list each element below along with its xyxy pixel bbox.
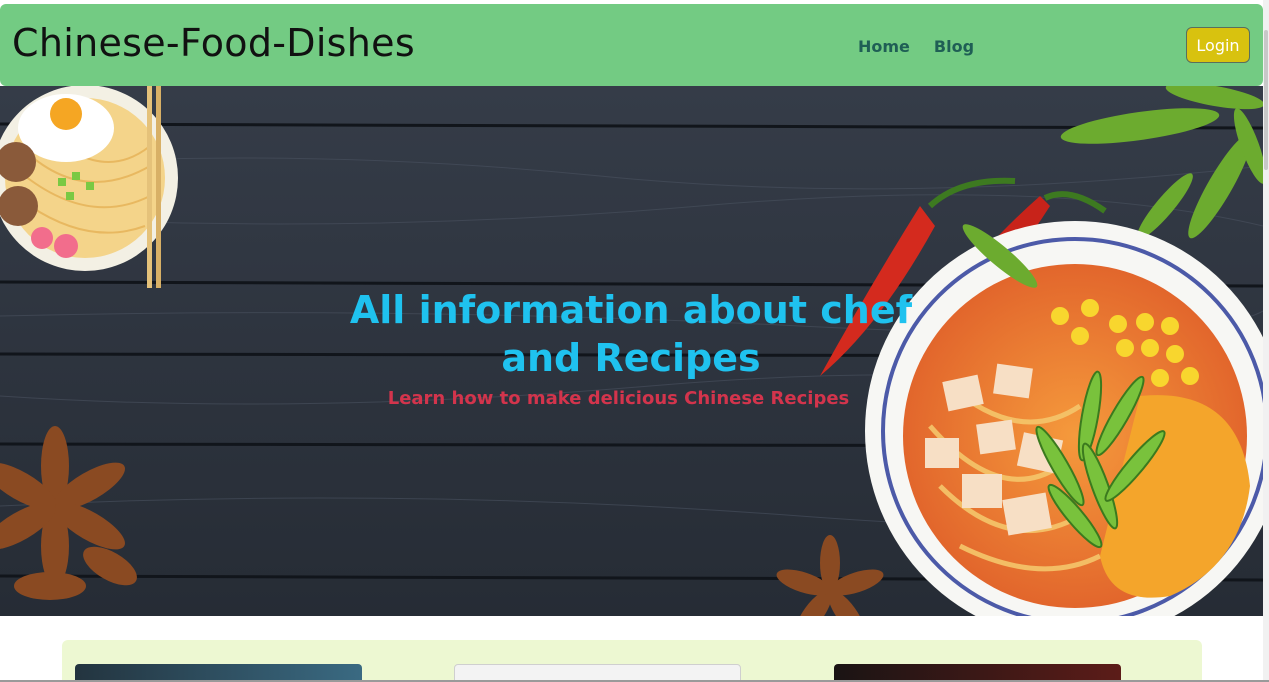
hero-subtitle: Learn how to make delicious Chinese Reci… bbox=[387, 388, 850, 409]
scrollbar-thumb[interactable] bbox=[1264, 30, 1268, 170]
nav-blog-link[interactable]: Blog bbox=[934, 37, 974, 56]
brand-title[interactable]: Chinese-Food-Dishes bbox=[12, 21, 415, 65]
hero-title: All information about chef and Recipes bbox=[349, 288, 913, 380]
nav-links: Home Blog bbox=[858, 37, 974, 56]
nav-home-link[interactable]: Home bbox=[858, 37, 910, 56]
hero-banner: All information about chef and Recipes L… bbox=[0, 86, 1263, 616]
login-button[interactable]: Login bbox=[1186, 27, 1250, 63]
navbar: Chinese-Food-Dishes Home Blog Login bbox=[0, 4, 1263, 86]
